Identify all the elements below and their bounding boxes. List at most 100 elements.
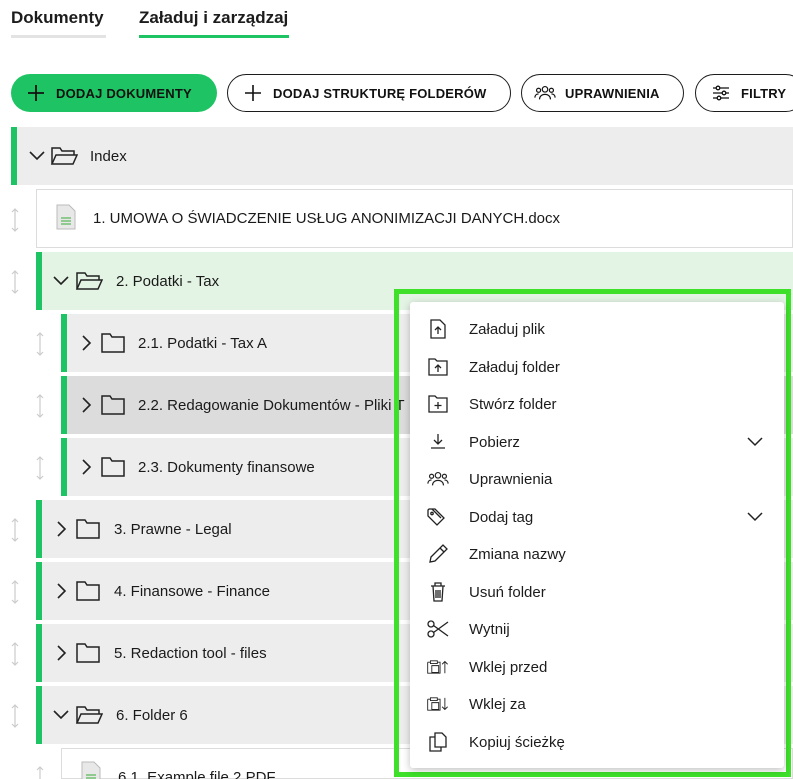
tree-item-label: 2.3. Dokumenty finansowe [138, 458, 315, 476]
add-folder-structure-button[interactable]: DODAJ STRUKTURĘ FOLDERÓW [227, 74, 511, 112]
add-folder-structure-label: DODAJ STRUKTURĘ FOLDERÓW [273, 85, 487, 101]
row-accent-bar [36, 686, 42, 744]
folder-icon [74, 579, 102, 603]
menu-item-upload-folder[interactable]: Załaduj folder [410, 350, 784, 384]
row-accent-bar [61, 314, 67, 372]
chevron-right-icon[interactable] [52, 519, 72, 539]
users-icon [534, 82, 556, 104]
sliders-icon [710, 82, 732, 104]
tree-item-label: 5. Redaction tool - files [114, 644, 267, 662]
permissions-label: UPRAWNIENIA [565, 85, 660, 101]
tab-upload-manage-underline [139, 35, 289, 38]
chevron-right-icon[interactable] [52, 581, 72, 601]
drag-handle-icon[interactable] [8, 268, 22, 296]
row-accent-bar [36, 252, 42, 310]
row-accent-bar [36, 562, 42, 620]
add-documents-button[interactable]: DODAJ DOKUMENTY [11, 74, 217, 112]
users-icon [427, 468, 449, 490]
chevron-down-icon[interactable] [27, 146, 47, 166]
menu-item-copy-path[interactable]: Kopiuj ścieżkę [410, 725, 784, 759]
menu-item-label: Dodaj tag [469, 508, 534, 526]
menu-item-label: Usuń folder [469, 583, 546, 601]
tab-upload-manage[interactable]: Załaduj i zarządzaj [139, 8, 288, 28]
tree-item-label: 6. Folder 6 [116, 706, 188, 724]
drag-handle-icon[interactable] [33, 330, 47, 358]
folder-icon [99, 455, 127, 479]
drag-handle-icon[interactable] [8, 516, 22, 544]
drag-handle-icon[interactable] [33, 392, 47, 420]
drag-handle-icon[interactable] [8, 206, 22, 234]
paste-before-icon [427, 656, 449, 678]
folder-icon [99, 331, 127, 355]
menu-item-paste-before[interactable]: Wklej przed [410, 650, 784, 684]
menu-item-label: Stwórz folder [469, 395, 557, 413]
folder-icon [74, 641, 102, 665]
tree-item-row[interactable]: 1. UMOWA O ŚWIADCZENIE USŁUG ANONIMIZACJ… [36, 189, 793, 248]
pencil-icon [427, 543, 449, 565]
drag-handle-icon[interactable] [8, 702, 22, 730]
menu-item-label: Wytnij [469, 620, 510, 638]
tree-item-label: 2.2. Redagowanie Dokumentów - Pliki T [138, 396, 405, 414]
tag-icon [427, 506, 449, 528]
document-icon [56, 204, 76, 234]
permissions-button[interactable]: UPRAWNIENIA [521, 74, 684, 112]
menu-item-permissions[interactable]: Uprawnienia [410, 462, 784, 496]
tree-item-label: 1. UMOWA O ŚWIADCZENIE USŁUG ANONIMIZACJ… [93, 210, 561, 227]
drag-handle-icon[interactable] [33, 764, 47, 779]
chevron-right-icon[interactable] [77, 333, 97, 353]
folder-open-icon [50, 144, 78, 168]
drag-handle-icon[interactable] [8, 640, 22, 668]
folder-icon [99, 393, 127, 417]
filters-label: FILTRY [741, 85, 787, 101]
chevron-right-icon[interactable] [77, 457, 97, 477]
context-menu: Załaduj plik Załaduj folder Stwórz folde… [410, 302, 784, 768]
plus-icon [25, 82, 47, 104]
menu-item-add-tag[interactable]: Dodaj tag [410, 500, 784, 534]
menu-item-cut[interactable]: Wytnij [410, 612, 784, 646]
menu-item-label: Pobierz [469, 433, 520, 451]
row-accent-bar [36, 624, 42, 682]
tab-documents-underline [11, 35, 106, 38]
row-accent-bar [11, 127, 17, 185]
menu-item-label: Kopiuj ścieżkę [469, 733, 565, 751]
menu-item-paste-after[interactable]: Wklej za [410, 687, 784, 721]
menu-item-label: Zmiana nazwy [469, 545, 566, 563]
menu-item-delete-folder[interactable]: Usuń folder [410, 575, 784, 609]
row-accent-bar [61, 376, 67, 434]
chevron-down-icon[interactable] [744, 506, 766, 528]
menu-item-rename[interactable]: Zmiana nazwy [410, 537, 784, 571]
filters-button[interactable]: FILTRY [695, 74, 793, 112]
menu-item-label: Wklej przed [469, 658, 548, 676]
document-icon [81, 761, 101, 779]
tree-item-label: 2.1. Podatki - Tax A [138, 334, 267, 352]
tree-item-label: 2. Podatki - Tax [116, 272, 220, 290]
upload-folder-icon [427, 356, 449, 378]
tree-item-label: 6.1. Example file 2.PDF [118, 769, 276, 779]
folder-icon [74, 517, 102, 541]
tree-item-label: 3. Prawne - Legal [114, 520, 232, 538]
add-documents-label: DODAJ DOKUMENTY [56, 85, 192, 101]
chevron-down-icon[interactable] [51, 271, 71, 291]
chevron-right-icon[interactable] [77, 395, 97, 415]
menu-item-create-folder[interactable]: Stwórz folder [410, 387, 784, 421]
plus-icon [242, 82, 264, 104]
create-folder-icon [427, 393, 449, 415]
menu-item-upload-file[interactable]: Załaduj plik [410, 312, 784, 346]
drag-handle-icon[interactable] [33, 454, 47, 482]
row-accent-bar [61, 438, 67, 496]
trash-icon [427, 581, 449, 603]
drag-handle-icon[interactable] [8, 578, 22, 606]
tree-item-label: 4. Finansowe - Finance [114, 582, 270, 600]
chevron-right-icon[interactable] [52, 643, 72, 663]
menu-item-download[interactable]: Pobierz [410, 425, 784, 459]
chevron-down-icon[interactable] [744, 431, 766, 453]
chevron-down-icon[interactable] [51, 705, 71, 725]
tab-documents[interactable]: Dokumenty [11, 8, 104, 28]
upload-file-icon [427, 318, 449, 340]
tree-root-row[interactable]: Index [11, 127, 793, 185]
tree-root-label: Index [90, 147, 127, 165]
menu-item-label: Wklej za [469, 695, 526, 713]
copy-path-icon [427, 731, 449, 753]
download-icon [427, 431, 449, 453]
folder-open-icon [75, 703, 103, 727]
